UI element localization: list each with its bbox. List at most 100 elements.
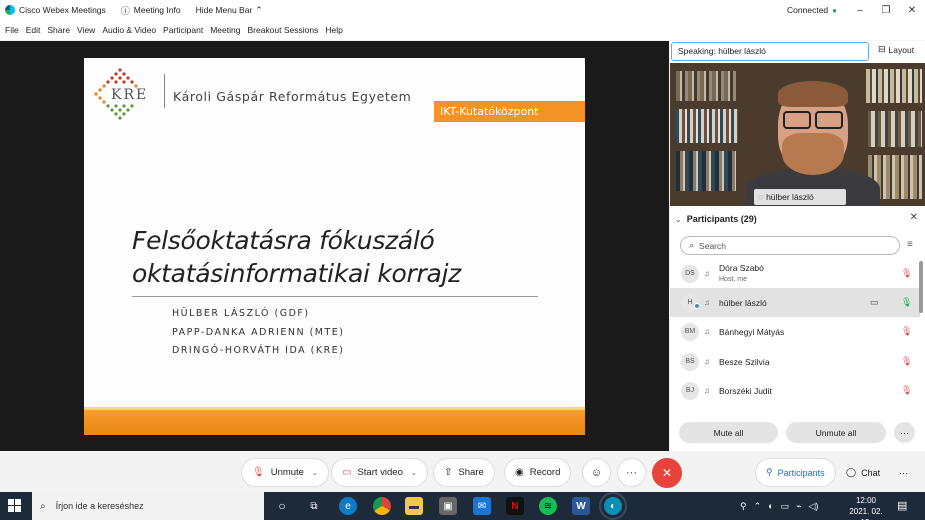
mic-muted-icon: 🎙︎ [252, 467, 265, 478]
restore-icon[interactable]: ❐ [873, 5, 899, 16]
unmute-all-button[interactable]: Unmute all [786, 422, 886, 443]
more-options-icon[interactable]: ··· [894, 422, 915, 443]
netflix-icon[interactable]: N [506, 497, 524, 515]
participant-row[interactable]: DS ♫ Dóra Szabó Host, me 🎙︎ [670, 259, 920, 288]
close-window-icon[interactable]: ✕ [899, 5, 925, 16]
participants-panel-button[interactable]: ⚲ Participants [755, 458, 836, 487]
menu-breakout-sessions[interactable]: Breakout Sessions [247, 25, 318, 35]
participants-panel-header[interactable]: ⌄ Participants (29) ✕ [670, 211, 925, 227]
books-row [866, 69, 922, 103]
network-icon[interactable]: ▭ [781, 501, 790, 512]
chevron-down-icon[interactable]: ⌄ [312, 469, 318, 477]
connected-dot-icon: ● [832, 5, 837, 15]
video-camera-icon[interactable]: ▭ [870, 297, 879, 308]
record-button[interactable]: ◉ Record [504, 458, 572, 487]
shared-content-stage: KRE Károli Gáspár Református Egyetem IKT… [0, 41, 669, 451]
word-icon[interactable]: W [572, 497, 590, 515]
participant-search-input[interactable]: ⌕ Search [680, 236, 900, 255]
chevron-up-icon: ⌃ [255, 4, 263, 15]
menu-participant[interactable]: Participant [163, 25, 203, 35]
avatar: BJ [681, 381, 699, 400]
share-button[interactable]: ⇧ Share [433, 458, 495, 487]
menu-help[interactable]: Help [325, 25, 342, 35]
speaker-hair [778, 81, 848, 107]
headset-icon: ♫ [704, 327, 710, 336]
books-row [676, 109, 738, 143]
mic-muted-icon[interactable]: 🎙︎ [901, 326, 912, 337]
mic-muted-icon[interactable]: 🎙︎ [901, 268, 912, 279]
hide-menu-bar-label: Hide Menu Bar [195, 5, 253, 15]
taskbar-clock[interactable]: 12:00 2021. 02. 12. [844, 495, 888, 520]
participant-row[interactable]: BJ ♫ Borszéki Judit 🎙︎ [670, 376, 920, 405]
unmute-label: Unmute [270, 467, 304, 478]
start-video-button[interactable]: ▭ Start video ⌄ [331, 458, 428, 487]
video-off-icon: ▭ [342, 467, 352, 478]
taskbar-search-input[interactable]: ⌕ Írjon ide a kereséshez [32, 492, 264, 520]
volume-icon[interactable]: ◁) [809, 501, 819, 512]
person-icon[interactable]: ⚲ [740, 501, 747, 512]
participant-list-scrollbar[interactable] [919, 261, 923, 313]
menu-meeting[interactable]: Meeting [210, 25, 240, 35]
university-name: Károli Gáspár Református Egyetem [173, 89, 412, 104]
leave-meeting-icon[interactable]: ✕ [652, 458, 682, 488]
participants-title: Participants (29) [686, 214, 757, 224]
reactions-icon[interactable]: ☺ [582, 458, 611, 487]
chrome-browser-icon[interactable] [373, 497, 391, 515]
minimize-icon[interactable]: – [847, 5, 873, 16]
clock-date: 2021. 02. 12. [849, 507, 883, 520]
mail-icon[interactable]: ✉ [473, 497, 491, 515]
layout-button[interactable]: ⊟ Layout [878, 44, 914, 55]
menu-view[interactable]: View [77, 25, 95, 35]
share-icon: ⇧ [444, 467, 453, 478]
speaking-indicator: Speaking: hülber lászló [671, 42, 869, 61]
close-panel-icon[interactable]: ✕ [910, 212, 918, 223]
windows-start-icon[interactable] [8, 499, 22, 513]
mic-muted-icon[interactable]: 🎙︎ [901, 385, 912, 396]
search-icon: ⌕ [40, 500, 46, 512]
hide-menu-bar-button[interactable]: Hide Menu Bar ⌃ [196, 5, 267, 16]
store-icon[interactable]: ▣ [439, 497, 457, 515]
edge-browser-icon[interactable]: e [339, 497, 357, 515]
menu-edit[interactable]: Edit [26, 25, 41, 35]
menu-share[interactable]: Share [47, 25, 70, 35]
chat-panel-label: Chat [861, 467, 881, 478]
mic-on-icon[interactable]: 🎙︎ [901, 297, 912, 308]
webex-taskbar-icon[interactable]: ◐ [599, 492, 627, 520]
power-icon[interactable]: ⌁ [796, 501, 801, 512]
participants-panel-label: Participants [777, 467, 825, 478]
task-view-icon[interactable]: ⧉ [305, 497, 323, 515]
menu-file[interactable]: File [5, 25, 19, 35]
participant-name: Dóra Szabó [719, 263, 764, 273]
logo-separator [164, 74, 165, 108]
chevron-up-icon[interactable]: ⌃ [754, 501, 762, 512]
video-name: hülber lászló [766, 192, 814, 202]
spotify-icon[interactable]: ≋ [539, 497, 557, 515]
chevron-down-icon[interactable]: ⌄ [675, 215, 682, 224]
more-panels-icon[interactable]: ··· [889, 458, 918, 487]
chevron-down-icon[interactable]: ⌄ [411, 469, 417, 477]
avatar: BS [681, 352, 699, 371]
menu-audio-video[interactable]: Audio & Video [102, 25, 156, 35]
participant-row[interactable]: BM ♫ Bánhegyi Mátyás 🎙︎ [670, 317, 920, 346]
meeting-info-button[interactable]: ⓘ Meeting Info [121, 4, 181, 17]
author-2: PAPP-DANKA ADRIENN (MTE) [172, 326, 345, 338]
active-speaker-video[interactable]: ◌ hülber lászló [670, 63, 925, 206]
sort-icon[interactable]: ≡ [907, 239, 913, 250]
unmute-button[interactable]: 🎙︎ Unmute ⌄ [241, 458, 329, 487]
participant-row[interactable]: BS ♫ Besze Szilvia 🎙︎ [670, 347, 920, 376]
participant-row[interactable]: H ♫ hülber lászló ▭ 🎙︎ [670, 288, 920, 317]
mute-all-button[interactable]: Mute all [679, 422, 778, 443]
meeting-info-label: Meeting Info [133, 5, 181, 15]
participant-name: Besze Szilvia [719, 356, 770, 367]
cortana-icon[interactable]: ○ [273, 497, 291, 515]
start-video-label: Start video [357, 467, 403, 478]
connection-status: Connected [787, 5, 829, 15]
notification-center-icon[interactable]: ▤ [897, 499, 907, 512]
mic-muted-icon[interactable]: 🎙︎ [901, 356, 912, 367]
webex-tray-icon[interactable]: ◐ [768, 501, 773, 511]
file-explorer-icon[interactable]: ▬ [405, 497, 423, 515]
chat-panel-button[interactable]: ◯ Chat [836, 458, 890, 487]
books-row [868, 111, 922, 147]
headset-icon: ♫ [704, 386, 710, 395]
more-options-icon[interactable]: ··· [617, 458, 646, 487]
